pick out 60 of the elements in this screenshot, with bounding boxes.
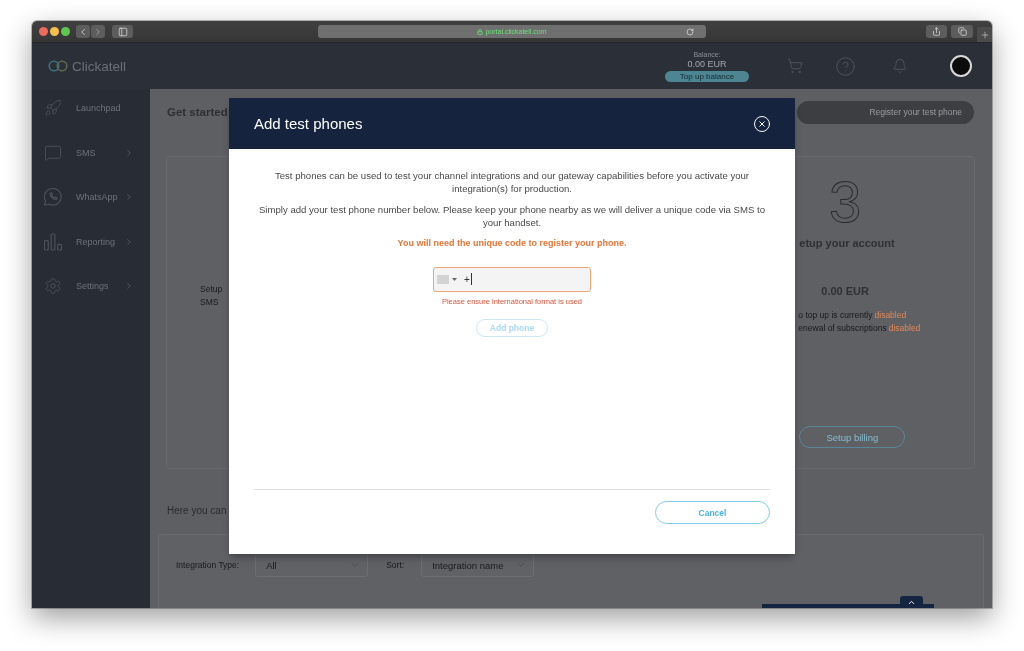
window-zoom-icon[interactable] bbox=[61, 27, 70, 36]
sidebar-toggle-button[interactable] bbox=[112, 25, 133, 38]
phone-input-field[interactable]: + bbox=[433, 266, 591, 292]
logo-icon bbox=[48, 60, 68, 72]
bar-chart-icon bbox=[44, 232, 62, 251]
lock-icon bbox=[477, 28, 484, 35]
back-button[interactable] bbox=[76, 25, 90, 38]
country-select[interactable] bbox=[437, 274, 457, 284]
sidebar-icon bbox=[117, 26, 128, 37]
reload-icon[interactable] bbox=[686, 27, 694, 36]
text-cursor-icon bbox=[470, 273, 472, 285]
plus-icon bbox=[979, 29, 990, 40]
status-text: disabled bbox=[874, 309, 907, 322]
chevron-right-icon bbox=[124, 147, 134, 158]
window-minimize-icon[interactable] bbox=[50, 27, 59, 36]
top-up-button[interactable]: Top up balance bbox=[665, 71, 749, 83]
new-tab-button[interactable] bbox=[977, 27, 992, 42]
type-select[interactable]: All bbox=[255, 553, 369, 577]
info-paragraph: Test phones can be used to test your channel integrations and our gateway capabilities before you activate your integration(s) for production. bbox=[273, 169, 751, 195]
sort-select[interactable]: Integration name bbox=[421, 553, 535, 577]
chevron-right-icon bbox=[124, 192, 134, 203]
setting-text: enewal of subscriptions bbox=[798, 321, 887, 334]
notice-text: You will need the unique code to register your phone. bbox=[397, 236, 627, 250]
logo-text: Clickatell bbox=[72, 58, 126, 74]
sidebar-item[interactable]: SMS bbox=[32, 133, 150, 178]
avatar[interactable] bbox=[950, 55, 972, 77]
filter-label: Sort: bbox=[386, 560, 405, 570]
info-paragraph: Simply add your test phone number below. Please keep your phone nearby as we will deliver a unique code via SMS to your handset. bbox=[257, 202, 767, 229]
flag-icon bbox=[437, 274, 449, 284]
expand-button[interactable] bbox=[900, 596, 923, 608]
phone-bubble-icon bbox=[44, 188, 62, 207]
status-text: disabled bbox=[888, 321, 921, 334]
register-phone-button[interactable]: Register your test phone bbox=[797, 100, 974, 124]
sidebar-item[interactable]: Reporting bbox=[32, 222, 150, 267]
window-close-icon[interactable] bbox=[39, 27, 48, 36]
sidebar-item[interactable]: Settings bbox=[32, 267, 150, 312]
share-button[interactable] bbox=[926, 25, 947, 38]
forward-icon bbox=[93, 26, 103, 37]
tabs-button[interactable] bbox=[951, 25, 973, 38]
card-text: Setup bbox=[200, 283, 223, 296]
rocket-icon bbox=[44, 99, 62, 118]
modal-title: Add test phones bbox=[254, 115, 363, 132]
settings-icon bbox=[44, 277, 62, 296]
close-button[interactable] bbox=[753, 114, 771, 133]
chat-bubble-icon bbox=[44, 143, 62, 162]
chevron-right-icon bbox=[124, 236, 134, 247]
chevron-right-icon bbox=[124, 281, 134, 292]
cancel-button[interactable]: Cancel bbox=[655, 501, 770, 524]
forward-button[interactable] bbox=[91, 25, 105, 38]
card-text: SMS bbox=[200, 295, 219, 308]
setting-text: o top up is currently bbox=[798, 309, 873, 322]
sidebar-item[interactable]: Launchpad bbox=[32, 89, 150, 134]
share-icon bbox=[932, 27, 941, 36]
sidebar-item[interactable]: WhatsApp bbox=[32, 178, 150, 223]
filter-label: Integration Type: bbox=[176, 560, 240, 570]
back-icon bbox=[78, 26, 88, 37]
caret-icon bbox=[452, 277, 457, 281]
tabs-icon bbox=[957, 27, 967, 36]
balance-amount: 0.00 EUR bbox=[687, 58, 727, 70]
close-icon bbox=[753, 114, 771, 133]
